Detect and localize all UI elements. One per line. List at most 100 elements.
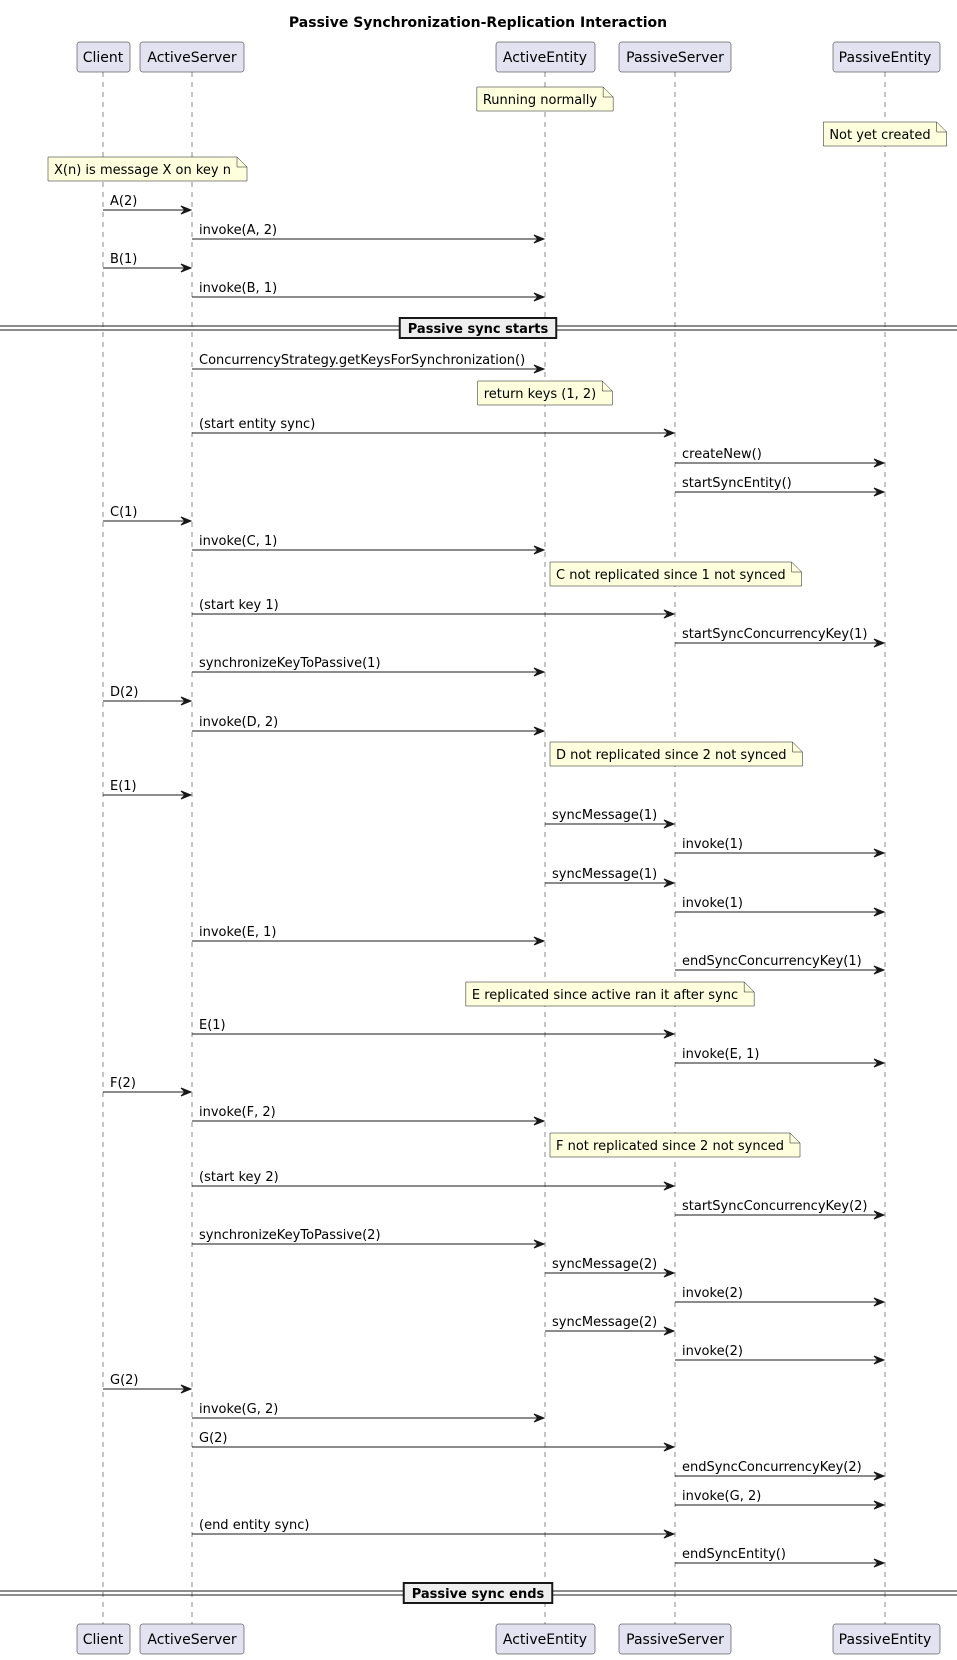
message-label: G(2) bbox=[110, 1373, 139, 1388]
message-start-key-1: (start key 1) bbox=[192, 598, 676, 619]
note-text: D not replicated since 2 not synced bbox=[556, 748, 787, 763]
message-start-entity-sync: (start entity sync) bbox=[192, 417, 676, 438]
note-not-yet-created: Not yet created bbox=[823, 121, 947, 147]
note-text: Running normally bbox=[483, 93, 598, 108]
message-label: invoke(D, 2) bbox=[199, 715, 278, 730]
message-label: syncMessage(1) bbox=[552, 867, 657, 882]
note-f-not-replicated-since-2-not-synced: F not replicated since 2 not synced bbox=[549, 1132, 801, 1158]
message-invoke-1: invoke(1) bbox=[675, 837, 886, 858]
message-label: invoke(E, 1) bbox=[682, 1047, 759, 1062]
participant-label: PassiveServer bbox=[626, 1632, 724, 1648]
message-label: endSyncConcurrencyKey(2) bbox=[682, 1460, 862, 1475]
message-label: (end entity sync) bbox=[199, 1518, 310, 1533]
message-label: (start key 2) bbox=[199, 1170, 279, 1185]
message-invoke-c-1: invoke(C, 1) bbox=[192, 534, 546, 555]
message-invoke-2: invoke(2) bbox=[675, 1344, 886, 1365]
participant-label: ActiveEntity bbox=[503, 50, 587, 66]
message-syncmessage-1: syncMessage(1) bbox=[545, 808, 676, 829]
note-text: Not yet created bbox=[829, 128, 930, 143]
message-invoke-e-1: invoke(E, 1) bbox=[192, 925, 546, 946]
message-startsyncconcurrencykey-2: startSyncConcurrencyKey(2) bbox=[675, 1199, 886, 1220]
message-g-2: G(2) bbox=[192, 1431, 676, 1452]
message-startsyncentity: startSyncEntity() bbox=[675, 476, 886, 497]
message-label: startSyncConcurrencyKey(2) bbox=[682, 1199, 868, 1214]
participant-passiveentity-header: PassiveEntity bbox=[832, 41, 941, 73]
message-label: invoke(E, 1) bbox=[199, 925, 276, 940]
participant-label: Client bbox=[83, 50, 124, 66]
participant-client-footer: Client bbox=[76, 1623, 131, 1655]
message-label: synchronizeKeyToPassive(1) bbox=[199, 656, 381, 671]
message-label: synchronizeKeyToPassive(2) bbox=[199, 1228, 381, 1243]
message-endsyncconcurrencykey-1: endSyncConcurrencyKey(1) bbox=[675, 954, 886, 975]
participant-label: PassiveServer bbox=[626, 50, 724, 66]
note-c-not-replicated-since-1-not-synced: C not replicated since 1 not synced bbox=[549, 561, 802, 587]
participant-activeserver-footer: ActiveServer bbox=[139, 1623, 245, 1655]
message-label: startSyncConcurrencyKey(1) bbox=[682, 627, 868, 642]
message-label: invoke(A, 2) bbox=[199, 223, 277, 238]
message-invoke-f-2: invoke(F, 2) bbox=[192, 1105, 546, 1126]
note-text: F not replicated since 2 not synced bbox=[556, 1139, 784, 1154]
message-invoke-2: invoke(2) bbox=[675, 1286, 886, 1307]
divider-passive-sync-starts: Passive sync starts bbox=[0, 317, 957, 339]
message-label: E(1) bbox=[110, 779, 137, 794]
message-g-2: G(2) bbox=[103, 1373, 193, 1394]
message-label: (start key 1) bbox=[199, 598, 279, 613]
message-syncmessage-1: syncMessage(1) bbox=[545, 867, 676, 888]
message-synchronizekeytopassive-2: synchronizeKeyToPassive(2) bbox=[192, 1228, 546, 1249]
divider-passive-sync-ends: Passive sync ends bbox=[0, 1582, 957, 1604]
divider-label: Passive sync starts bbox=[408, 322, 549, 337]
message-invoke-d-2: invoke(D, 2) bbox=[192, 715, 546, 736]
message-invoke-b-1: invoke(B, 1) bbox=[192, 281, 546, 302]
message-e-1: E(1) bbox=[192, 1018, 676, 1039]
diagram-title: Passive Synchronization-Replication Inte… bbox=[289, 15, 667, 31]
message-syncmessage-2: syncMessage(2) bbox=[545, 1257, 676, 1278]
participant-label: ActiveServer bbox=[147, 50, 236, 66]
participant-label: Client bbox=[83, 1632, 124, 1648]
participant-passiveserver-footer: PassiveServer bbox=[618, 1623, 732, 1655]
message-label: invoke(2) bbox=[682, 1344, 743, 1359]
message-syncmessage-2: syncMessage(2) bbox=[545, 1315, 676, 1336]
message-label: C(1) bbox=[110, 505, 138, 520]
message-end-entity-sync: (end entity sync) bbox=[192, 1518, 676, 1539]
message-label: invoke(G, 2) bbox=[199, 1402, 278, 1417]
divider-label: Passive sync ends bbox=[412, 1587, 545, 1602]
message-label: syncMessage(2) bbox=[552, 1315, 657, 1330]
message-f-2: F(2) bbox=[103, 1076, 193, 1097]
note-e-replicated-since-active-ran-it-after-sync: E replicated since active ran it after s… bbox=[465, 981, 755, 1007]
message-invoke-a-2: invoke(A, 2) bbox=[192, 223, 546, 244]
lifelines bbox=[102, 72, 886, 1624]
message-label: invoke(1) bbox=[682, 837, 743, 852]
participant-label: ActiveServer bbox=[147, 1632, 236, 1648]
participant-activeentity-header: ActiveEntity bbox=[495, 41, 596, 73]
message-b-1: B(1) bbox=[103, 252, 193, 273]
note-text: E replicated since active ran it after s… bbox=[472, 988, 738, 1003]
participant-passiveentity-footer: PassiveEntity bbox=[832, 1623, 941, 1655]
participant-label: PassiveEntity bbox=[839, 50, 932, 66]
message-d-2: D(2) bbox=[103, 685, 193, 706]
participant-label: PassiveEntity bbox=[839, 1632, 932, 1648]
note-text: X(n) is message X on key n bbox=[54, 163, 231, 178]
message-label: syncMessage(1) bbox=[552, 808, 657, 823]
message-invoke-1: invoke(1) bbox=[675, 896, 886, 917]
message-start-key-2: (start key 2) bbox=[192, 1170, 676, 1191]
message-label: invoke(G, 2) bbox=[682, 1489, 761, 1504]
message-label: E(1) bbox=[199, 1018, 226, 1033]
message-e-1: E(1) bbox=[103, 779, 193, 800]
message-label: createNew() bbox=[682, 447, 762, 462]
message-label: invoke(1) bbox=[682, 896, 743, 911]
message-label: A(2) bbox=[110, 194, 137, 209]
note-x-n-is-message-x-on-key-n: X(n) is message X on key n bbox=[47, 156, 248, 182]
message-label: syncMessage(2) bbox=[552, 1257, 657, 1272]
message-label: B(1) bbox=[110, 252, 137, 267]
message-label: invoke(F, 2) bbox=[199, 1105, 276, 1120]
message-c-1: C(1) bbox=[103, 505, 193, 526]
message-a-2: A(2) bbox=[103, 194, 193, 215]
message-concurrencystrategy-getkeysforsynchronization: ConcurrencyStrategy.getKeysForSynchroniz… bbox=[192, 353, 546, 374]
message-label: (start entity sync) bbox=[199, 417, 315, 432]
participant-client-header: Client bbox=[76, 41, 131, 73]
note-d-not-replicated-since-2-not-synced: D not replicated since 2 not synced bbox=[549, 741, 803, 767]
message-invoke-e-1: invoke(E, 1) bbox=[675, 1047, 886, 1068]
participant-label: ActiveEntity bbox=[503, 1632, 587, 1648]
message-endsyncentity: endSyncEntity() bbox=[675, 1547, 886, 1568]
participant-activeentity-footer: ActiveEntity bbox=[495, 1623, 596, 1655]
